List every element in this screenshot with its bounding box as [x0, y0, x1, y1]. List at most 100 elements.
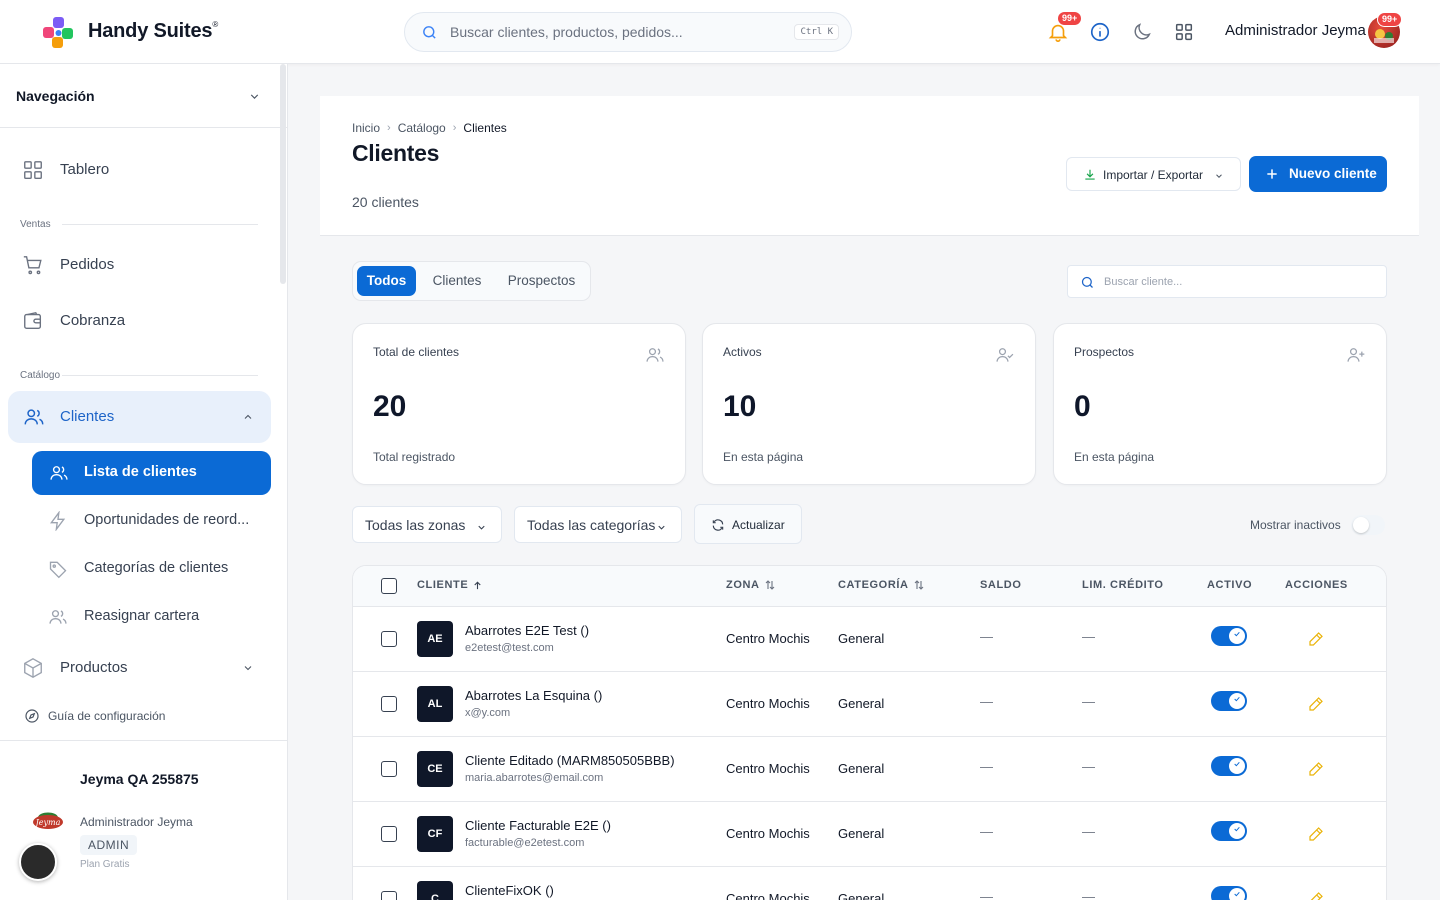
row-checkbox[interactable] [381, 631, 397, 647]
moon-icon[interactable] [1131, 21, 1153, 43]
apps-grid-icon[interactable] [1173, 21, 1195, 43]
sidebar-item-productos[interactable]: Productos [8, 642, 271, 694]
pencil-icon[interactable] [1308, 826, 1324, 842]
column-header-cliente[interactable]: CLIENTE [417, 579, 483, 591]
sidebar-subitem-categorias[interactable]: Categorías de clientes [32, 547, 271, 591]
client-credit-limit: — [1082, 889, 1095, 900]
pencil-icon[interactable] [1308, 696, 1324, 712]
user-name[interactable]: Administrador Jeyma [1225, 22, 1366, 39]
tab-prospectos[interactable]: Prospectos [498, 266, 585, 296]
active-toggle[interactable] [1211, 756, 1247, 776]
table-row[interactable]: CE Cliente Editado (MARM850505BBB) maria… [353, 737, 1386, 802]
tab-todos[interactable]: Todos [357, 266, 416, 296]
check-icon [1234, 696, 1240, 702]
client-name[interactable]: Cliente Editado (MARM850505BBB) [465, 753, 675, 768]
tab-clientes[interactable]: Clientes [424, 266, 490, 296]
table-row[interactable]: CF Cliente Facturable E2E () facturable@… [353, 802, 1386, 867]
pencil-icon[interactable] [1308, 891, 1324, 900]
sidebar-item-pedidos[interactable]: Pedidos [8, 239, 271, 291]
chevron-down-icon [244, 666, 252, 671]
new-client-label: Nuevo cliente [1289, 166, 1377, 181]
table-row[interactable]: AL Abarrotes La Esquina () x@y.com Centr… [353, 672, 1386, 737]
active-toggle[interactable] [1211, 691, 1247, 711]
client-search-input[interactable]: Buscar cliente... [1067, 265, 1387, 298]
search-icon [1081, 276, 1093, 288]
company-logo: Jeyma [33, 812, 63, 829]
sidebar-scrollbar[interactable] [280, 64, 286, 284]
active-toggle[interactable] [1211, 886, 1247, 900]
row-checkbox[interactable] [381, 891, 397, 900]
sidebar-subitem-reasignar[interactable]: Reasignar cartera [32, 595, 271, 639]
stat-card-activos: Activos 10 En esta página [702, 323, 1036, 485]
table-header: CLIENTE ZONA CATEGORÍA SALDO LIM. CRÉDIT… [353, 566, 1386, 607]
page-title: Clientes [352, 140, 440, 166]
stat-title: Total de clientes [373, 345, 460, 359]
global-search-input[interactable]: Buscar clientes, productos, pedidos... C… [404, 12, 852, 52]
handy-suites-logo-icon[interactable] [40, 16, 76, 50]
stat-title: Activos [723, 345, 762, 359]
row-checkbox[interactable] [381, 826, 397, 842]
zone-filter-select[interactable]: Todas las zonas [352, 506, 502, 543]
top-bar: Handy Suites® Buscar clientes, productos… [0, 0, 1440, 64]
floating-action-button[interactable] [19, 843, 57, 881]
client-credit-limit: — [1082, 759, 1095, 774]
sidebar-item-label: Tablero [60, 161, 110, 178]
sort-icon [765, 580, 774, 590]
sidebar-subitem-lista-clientes[interactable]: Lista de clientes [32, 451, 271, 495]
row-checkbox[interactable] [381, 761, 397, 777]
client-email: e2etest@test.com [465, 642, 554, 654]
chevron-right-icon: › [452, 122, 457, 134]
sidebar-subitem-oportunidades[interactable]: Oportunidades de reord... [32, 499, 271, 543]
show-inactive-toggle[interactable] [1351, 515, 1385, 535]
sidebar-item-clientes[interactable]: Clientes [8, 391, 271, 443]
import-export-button[interactable]: Importar / Exportar [1066, 157, 1241, 191]
new-client-button[interactable]: Nuevo cliente [1249, 156, 1387, 192]
breadcrumb-inicio[interactable]: Inicio [352, 121, 380, 135]
pencil-icon[interactable] [1308, 761, 1324, 777]
stat-value: 20 [373, 390, 407, 423]
section-label-ventas: Ventas [20, 219, 51, 230]
refresh-icon [712, 519, 724, 531]
dashboard-icon [24, 161, 42, 179]
active-toggle[interactable] [1211, 626, 1247, 646]
refresh-button[interactable]: Actualizar [694, 504, 802, 544]
column-header-zona[interactable]: ZONA [726, 579, 776, 591]
pencil-icon[interactable] [1308, 631, 1324, 647]
sidebar-subitem-label: Reasignar cartera [84, 608, 200, 624]
user-check-icon [996, 348, 1014, 362]
client-balance: — [980, 759, 993, 774]
sidebar-item-cobranza[interactable]: Cobranza [8, 295, 271, 347]
stat-subtitle: En esta página [1074, 450, 1155, 464]
column-header-acciones: ACCIONES [1285, 579, 1348, 591]
navigation-header[interactable]: Navegación [0, 64, 287, 128]
row-checkbox[interactable] [381, 696, 397, 712]
users-icon [50, 466, 68, 480]
search-icon [423, 26, 436, 39]
info-icon[interactable] [1089, 21, 1111, 43]
setup-guide-label: Guía de configuración [48, 709, 166, 723]
client-name[interactable]: Abarrotes La Esquina () [465, 688, 602, 703]
client-name[interactable]: Cliente Facturable E2E () [465, 818, 611, 833]
client-balance: — [980, 889, 993, 900]
client-name[interactable]: Abarrotes E2E Test () [465, 623, 589, 638]
table-row[interactable]: AE Abarrotes E2E Test () e2etest@test.co… [353, 607, 1386, 672]
client-email: x@y.com [465, 707, 511, 719]
sidebar-item-tablero[interactable]: Tablero [8, 144, 271, 196]
category-filter-select[interactable]: Todas las categorías [514, 506, 682, 543]
select-all-checkbox[interactable] [381, 578, 397, 594]
client-avatar: C [417, 881, 453, 900]
column-header-categoria[interactable]: CATEGORÍA [838, 579, 925, 591]
client-category: General [838, 891, 885, 900]
footer-user-name: Administrador Jeyma [80, 815, 193, 829]
client-search-placeholder: Buscar cliente... [1104, 276, 1183, 288]
chevron-down-icon [658, 525, 665, 530]
table-row[interactable]: C ClienteFixOK () Centro Mochis General … [353, 867, 1386, 900]
active-toggle[interactable] [1211, 821, 1247, 841]
check-icon [1234, 631, 1240, 637]
navigation-title: Navegación [16, 88, 95, 104]
user-plus-icon [1347, 348, 1365, 362]
brand-name[interactable]: Handy Suites® [88, 20, 218, 43]
client-name[interactable]: ClienteFixOK () [465, 883, 554, 898]
client-category: General [838, 696, 885, 711]
breadcrumb-catalogo[interactable]: Catálogo [398, 121, 446, 135]
